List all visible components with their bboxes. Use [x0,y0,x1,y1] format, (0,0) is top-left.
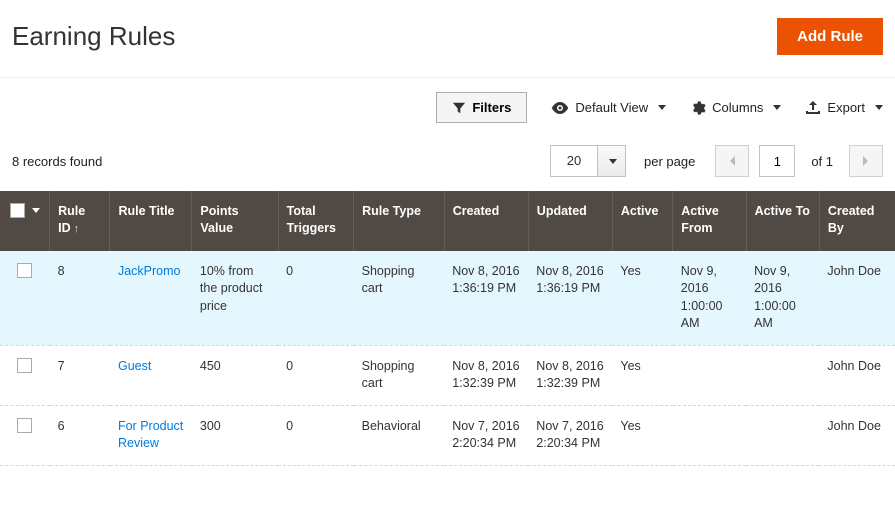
cell-active-to [746,345,819,405]
chevron-down-icon [875,105,883,110]
table-row[interactable]: 8 JackPromo 10% from the product price0Sho… [0,251,895,346]
col-total-triggers[interactable]: Total Triggers [278,191,353,251]
chevron-down-icon [609,159,617,164]
cell-id: 6 [50,405,110,465]
col-points-value[interactable]: Points Value [192,191,278,251]
page-header: Earning Rules Add Rule [0,0,895,78]
cell-type: Shopping cart [354,251,445,346]
prev-page-button[interactable] [715,145,749,177]
rule-title-link[interactable]: For Product Review [118,419,183,451]
pager-group: 20 per page of 1 [550,145,883,177]
cell-updated: Nov 8, 2016 1:36:19 PM [528,251,612,346]
chevron-down-icon [658,105,666,110]
select-all-header[interactable] [0,191,50,251]
cell-type: Behavioral [354,405,445,465]
gear-icon [690,100,706,116]
row-checkbox[interactable] [17,263,32,278]
cell-id: 7 [50,345,110,405]
control-bar: 8 records found 20 per page of 1 [0,135,895,191]
cell-active-to [746,405,819,465]
cell-triggers: 0 [278,405,353,465]
rules-grid: Rule ID↑ Rule Title Points Value Total T… [0,191,895,466]
col-active-to[interactable]: Active To [746,191,819,251]
cell-active-from [673,345,746,405]
of-pages-label: of 1 [811,154,833,169]
next-page-button[interactable] [849,145,883,177]
cell-created: Nov 8, 2016 1:32:39 PM [444,345,528,405]
chevron-right-icon [862,155,870,167]
cell-created-by: John Doe [819,405,895,465]
cell-triggers: 0 [278,251,353,346]
row-checkbox[interactable] [17,418,32,433]
table-row[interactable]: 7Guest4500Shopping cartNov 8, 2016 1:32:… [0,345,895,405]
cell-active: Yes [612,405,672,465]
page-size-value: 20 [550,145,598,177]
cell-triggers: 0 [278,345,353,405]
col-created-by[interactable]: Created By [819,191,895,251]
page-title: Earning Rules [12,21,175,52]
funnel-icon [452,101,466,115]
cell-updated: Nov 7, 2016 2:20:34 PM [528,405,612,465]
cell-created: Nov 8, 2016 1:36:19 PM [444,251,528,346]
per-page-label: per page [644,154,695,169]
table-row[interactable]: 6For Product Review3000BehavioralNov 7, … [0,405,895,465]
cell-id: 8 [50,251,110,346]
export-button[interactable]: Export [805,100,883,115]
row-checkbox[interactable] [17,358,32,373]
select-all-checkbox[interactable] [10,203,25,218]
eye-icon [551,101,569,115]
cell-created-by: John Doe [819,345,895,405]
rule-title-link[interactable]: JackPromo [118,264,181,278]
export-label: Export [827,100,865,115]
cell-created-by: John Doe [819,251,895,346]
col-created[interactable]: Created [444,191,528,251]
grid-toolbar: Filters Default View Columns Export [0,78,895,135]
col-rule-type[interactable]: Rule Type [354,191,445,251]
columns-label: Columns [712,100,763,115]
export-icon [805,101,821,115]
records-found-label: 8 records found [12,154,102,169]
cell-active-from [673,405,746,465]
chevron-left-icon [728,155,736,167]
cell-type: Shopping cart [354,345,445,405]
current-page-input[interactable] [759,145,795,177]
cell-points: 10% from the product price [192,251,278,346]
default-view-button[interactable]: Default View [551,100,666,115]
cell-points: 300 [192,405,278,465]
cell-active-from: Nov 9, 2016 1:00:00 AM [673,251,746,346]
sort-asc-icon: ↑ [74,223,80,235]
add-rule-button[interactable]: Add Rule [777,18,883,55]
cell-created: Nov 7, 2016 2:20:34 PM [444,405,528,465]
col-rule-id[interactable]: Rule ID↑ [50,191,110,251]
cell-active: Yes [612,251,672,346]
cell-updated: Nov 8, 2016 1:32:39 PM [528,345,612,405]
columns-button[interactable]: Columns [690,100,781,116]
filters-label: Filters [472,100,511,115]
col-rule-title[interactable]: Rule Title [110,191,192,251]
cell-points: 450 [192,345,278,405]
col-active[interactable]: Active [612,191,672,251]
col-active-from[interactable]: Active From [673,191,746,251]
chevron-down-icon [32,208,40,213]
page-size-selector[interactable]: 20 [550,145,626,177]
chevron-down-icon [773,105,781,110]
rule-title-link[interactable]: Guest [118,359,151,373]
filters-button[interactable]: Filters [436,92,527,123]
default-view-label: Default View [575,100,648,115]
col-updated[interactable]: Updated [528,191,612,251]
cell-active: Yes [612,345,672,405]
page-size-toggle[interactable] [598,145,626,177]
cell-active-to: Nov 9, 2016 1:00:00 AM [746,251,819,346]
